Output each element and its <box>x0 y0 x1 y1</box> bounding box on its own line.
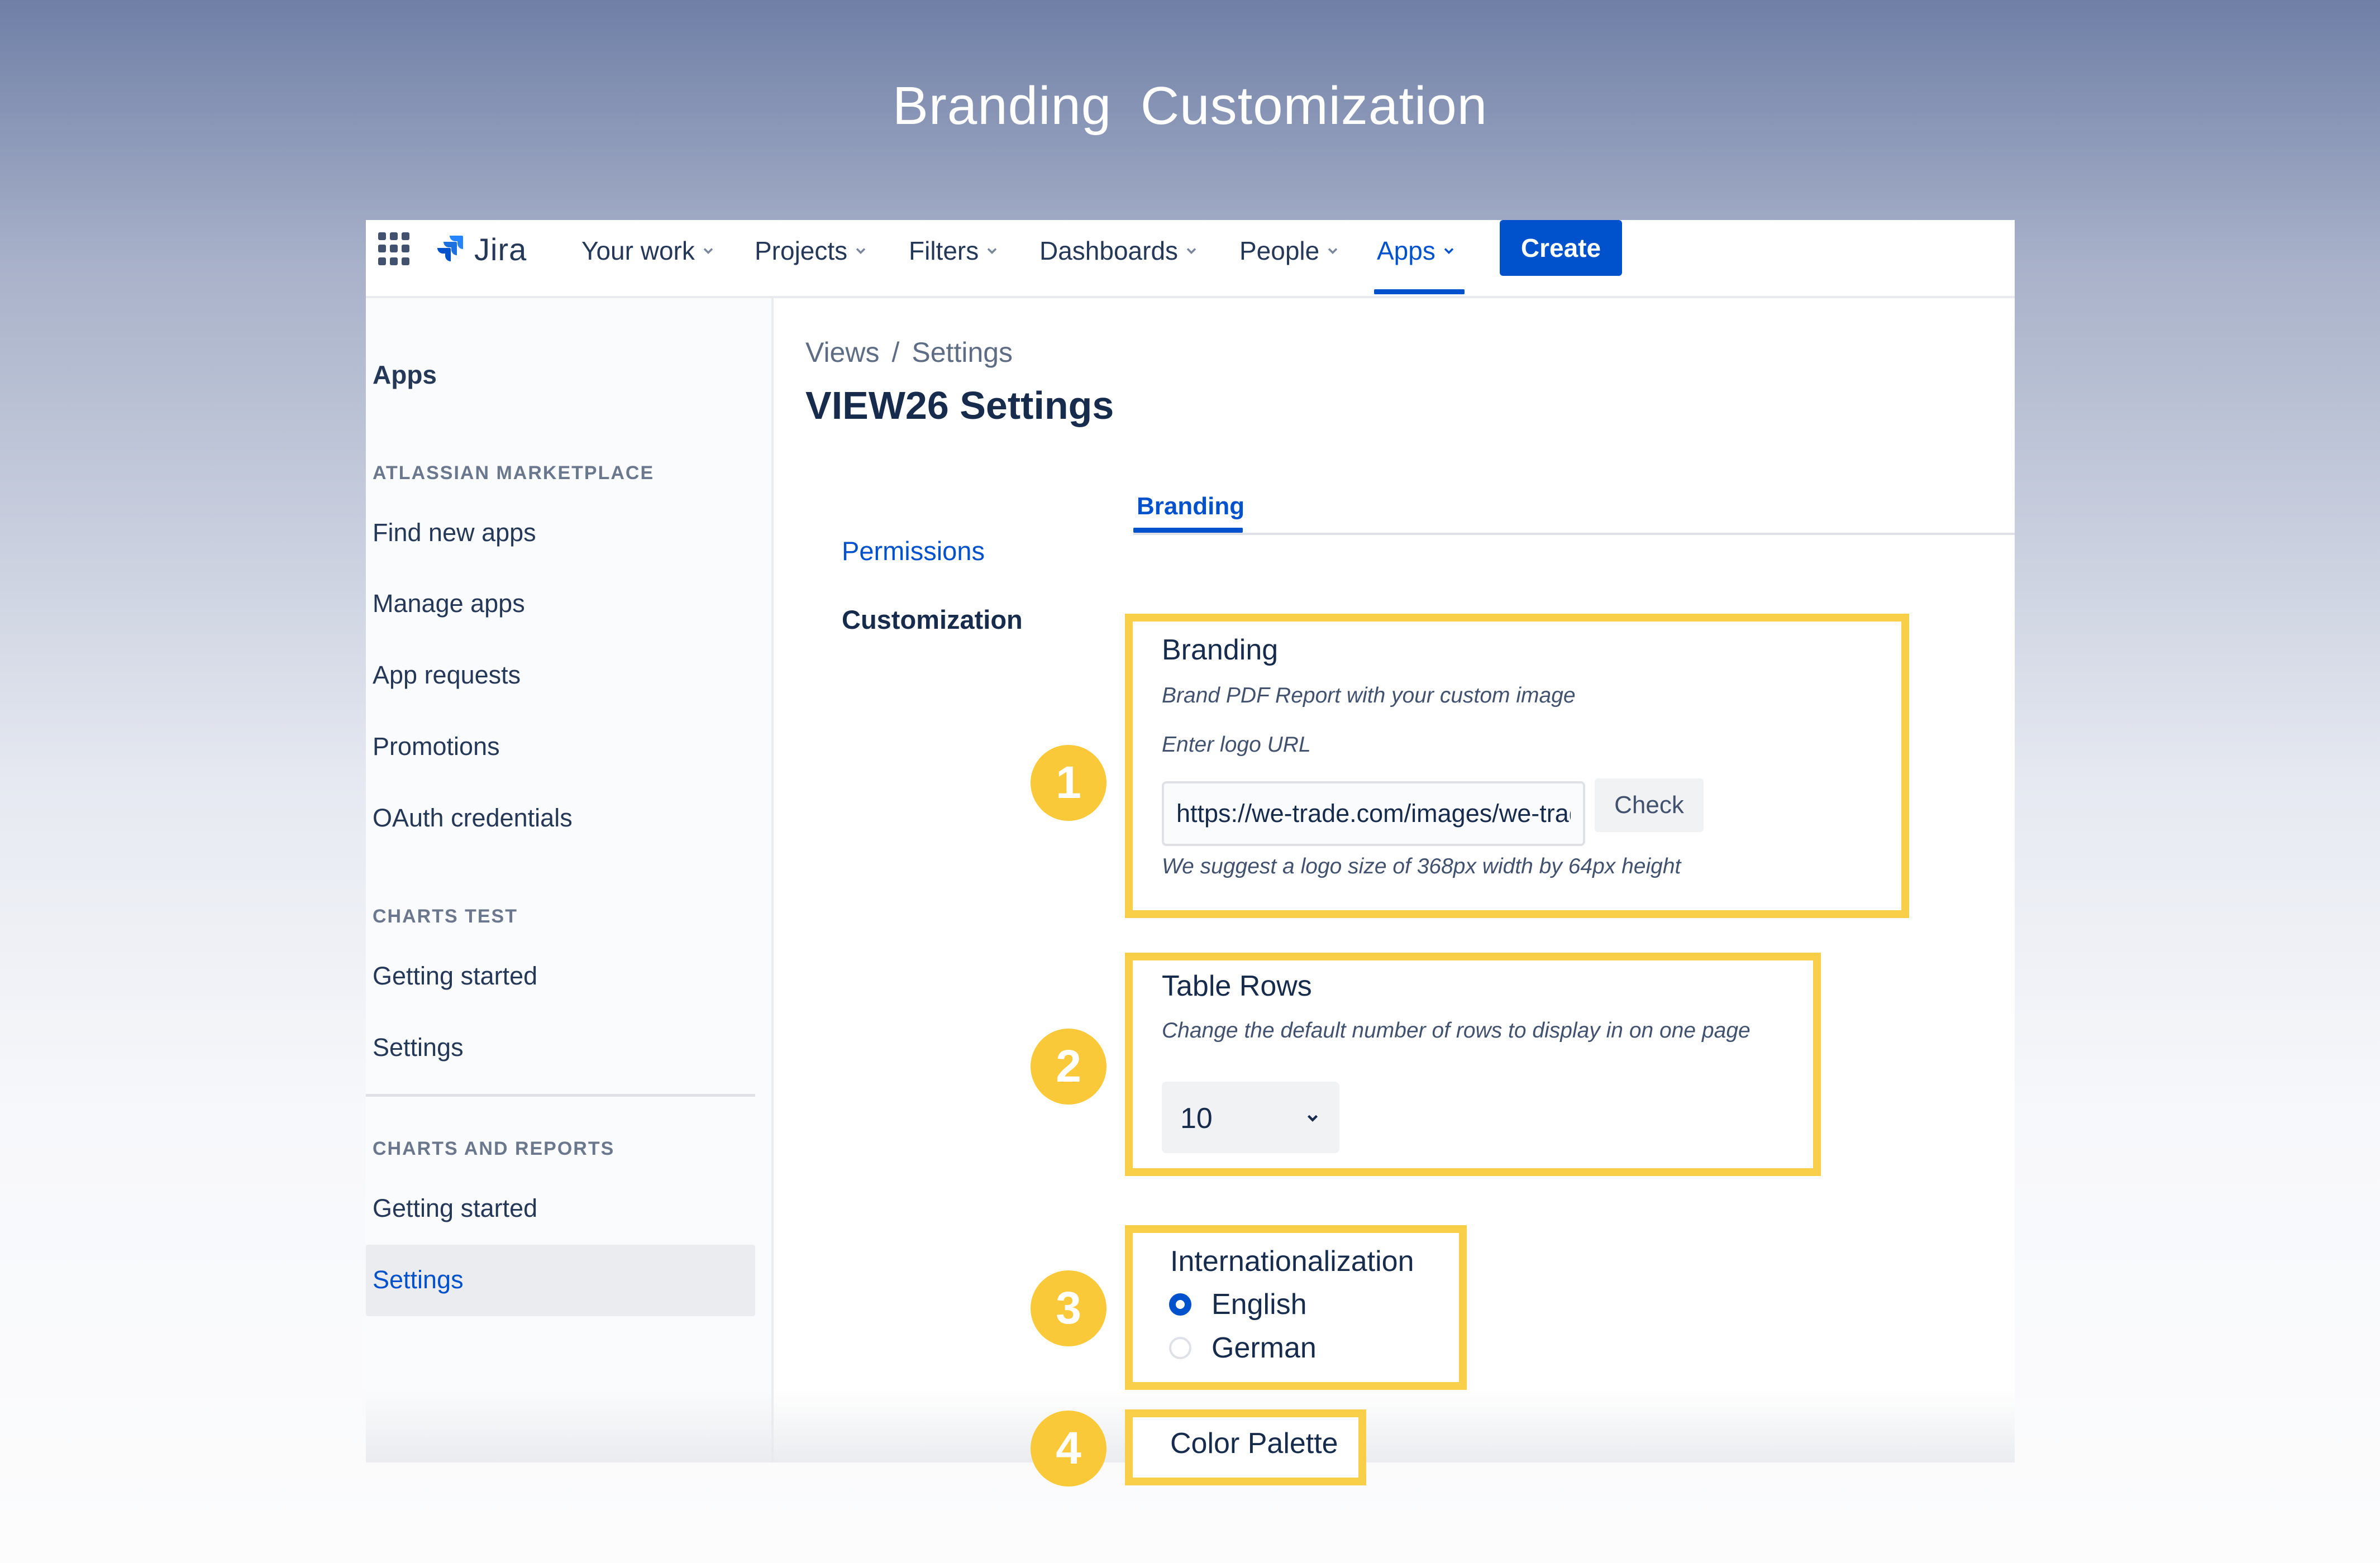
radio-unselected-icon <box>1169 1337 1191 1359</box>
sidebar-item-find-new-apps[interactable]: Find new apps <box>373 518 536 547</box>
settings-nav-permissions[interactable]: Permissions <box>842 536 985 566</box>
radio-german-label: German <box>1212 1332 1317 1364</box>
nav-people[interactable]: People <box>1239 231 1341 270</box>
nav-filters[interactable]: Filters <box>909 231 1000 270</box>
table-rows-section-title: Table Rows <box>1162 970 1312 1002</box>
top-navigation: Jira Your work Projects Filters Dashboar… <box>366 220 2015 298</box>
chevron-down-icon <box>1444 248 1454 254</box>
jira-logo-icon <box>437 236 463 261</box>
page-title: VIEW26 Settings <box>805 384 1114 427</box>
step-badge-3: 3 <box>1031 1270 1106 1346</box>
breadcrumb-settings[interactable]: Settings <box>912 337 1013 368</box>
nav-people-label: People <box>1239 236 1320 265</box>
table-rows-description: Change the default number of rows to dis… <box>1162 1019 1751 1043</box>
jira-app-window: Jira Your work Projects Filters Dashboar… <box>366 220 2015 1462</box>
radio-selected-icon <box>1169 1293 1191 1316</box>
nav-filters-label: Filters <box>909 236 979 265</box>
nav-your-work[interactable]: Your work <box>581 231 716 270</box>
nav-dashboards[interactable]: Dashboards <box>1039 231 1199 270</box>
breadcrumb-views[interactable]: Views <box>805 337 879 368</box>
nav-projects-label: Projects <box>755 236 848 265</box>
step-badge-4: 4 <box>1031 1411 1106 1486</box>
sidebar-item-promotions[interactable]: Promotions <box>373 732 500 761</box>
breadcrumb: Views / Settings <box>805 336 1013 369</box>
logo-url-label: Enter logo URL <box>1162 733 1311 757</box>
nav-your-work-label: Your work <box>581 236 695 265</box>
sidebar-item-oauth-credentials[interactable]: OAuth credentials <box>373 804 573 833</box>
sidebar-item-app-requests[interactable]: App requests <box>373 661 521 690</box>
radio-german[interactable]: German <box>1169 1331 1317 1365</box>
check-button[interactable]: Check <box>1595 778 1704 832</box>
chevron-down-icon <box>1328 248 1338 254</box>
color-palette-section-title: Color Palette <box>1170 1427 1338 1460</box>
chevron-down-icon <box>1307 1115 1318 1122</box>
settings-nav-customization[interactable]: Customization <box>842 604 1023 635</box>
hero-title: Branding Customization <box>892 76 1488 136</box>
sidebar: Apps ATLASSIAN MARKETPLACE Find new apps… <box>366 298 774 1462</box>
sidebar-heading-atlassian-marketplace: ATLASSIAN MARKETPLACE <box>373 462 655 484</box>
sidebar-item-manage-apps[interactable]: Manage apps <box>373 589 525 618</box>
chevron-down-icon <box>987 248 997 254</box>
sidebar-item-charts-reports-settings[interactable]: Settings <box>373 1265 464 1294</box>
nav-dashboards-label: Dashboards <box>1039 236 1179 265</box>
branding-section-description: Brand PDF Report with your custom image <box>1162 683 1576 708</box>
app-switcher-grid-icon[interactable] <box>378 232 412 266</box>
internationalization-section-title: Internationalization <box>1170 1245 1414 1278</box>
breadcrumb-separator: / <box>891 337 900 368</box>
sidebar-item-charts-reports-getting-started[interactable]: Getting started <box>373 1194 537 1223</box>
logo-url-input[interactable] <box>1162 781 1585 846</box>
create-button[interactable]: Create <box>1500 220 1622 276</box>
sidebar-item-charts-test-settings[interactable]: Settings <box>373 1033 464 1062</box>
sidebar-heading-charts-test: CHARTS TEST <box>373 906 518 927</box>
nav-apps-label: Apps <box>1377 236 1435 265</box>
sidebar-divider <box>366 1094 755 1097</box>
sidebar-title: Apps <box>373 360 437 389</box>
sidebar-heading-charts-and-reports: CHARTS AND REPORTS <box>373 1138 615 1159</box>
nav-active-underline <box>1374 289 1465 294</box>
table-rows-select-value: 10 <box>1180 1102 1213 1135</box>
tab-bar-line <box>1133 533 2015 535</box>
nav-projects[interactable]: Projects <box>755 231 869 270</box>
nav-apps[interactable]: Apps <box>1377 231 1457 270</box>
tab-active-underline <box>1133 528 1243 533</box>
chevron-down-icon <box>1186 248 1196 254</box>
table-rows-select[interactable]: 10 <box>1162 1082 1339 1153</box>
step-badge-2: 2 <box>1031 1029 1106 1105</box>
step-badge-1: 1 <box>1031 745 1106 821</box>
radio-english-label: English <box>1212 1288 1307 1321</box>
radio-english[interactable]: English <box>1169 1288 1307 1321</box>
chevron-down-icon <box>703 248 713 254</box>
chevron-down-icon <box>856 248 866 254</box>
sidebar-item-charts-test-getting-started[interactable]: Getting started <box>373 962 537 991</box>
logo-size-hint: We suggest a logo size of 368px width by… <box>1162 854 1681 878</box>
tab-branding[interactable]: Branding <box>1137 493 1244 520</box>
branding-section-title: Branding <box>1162 634 1279 666</box>
jira-brand-name: Jira <box>474 231 527 267</box>
jira-logo[interactable]: Jira <box>433 229 527 269</box>
